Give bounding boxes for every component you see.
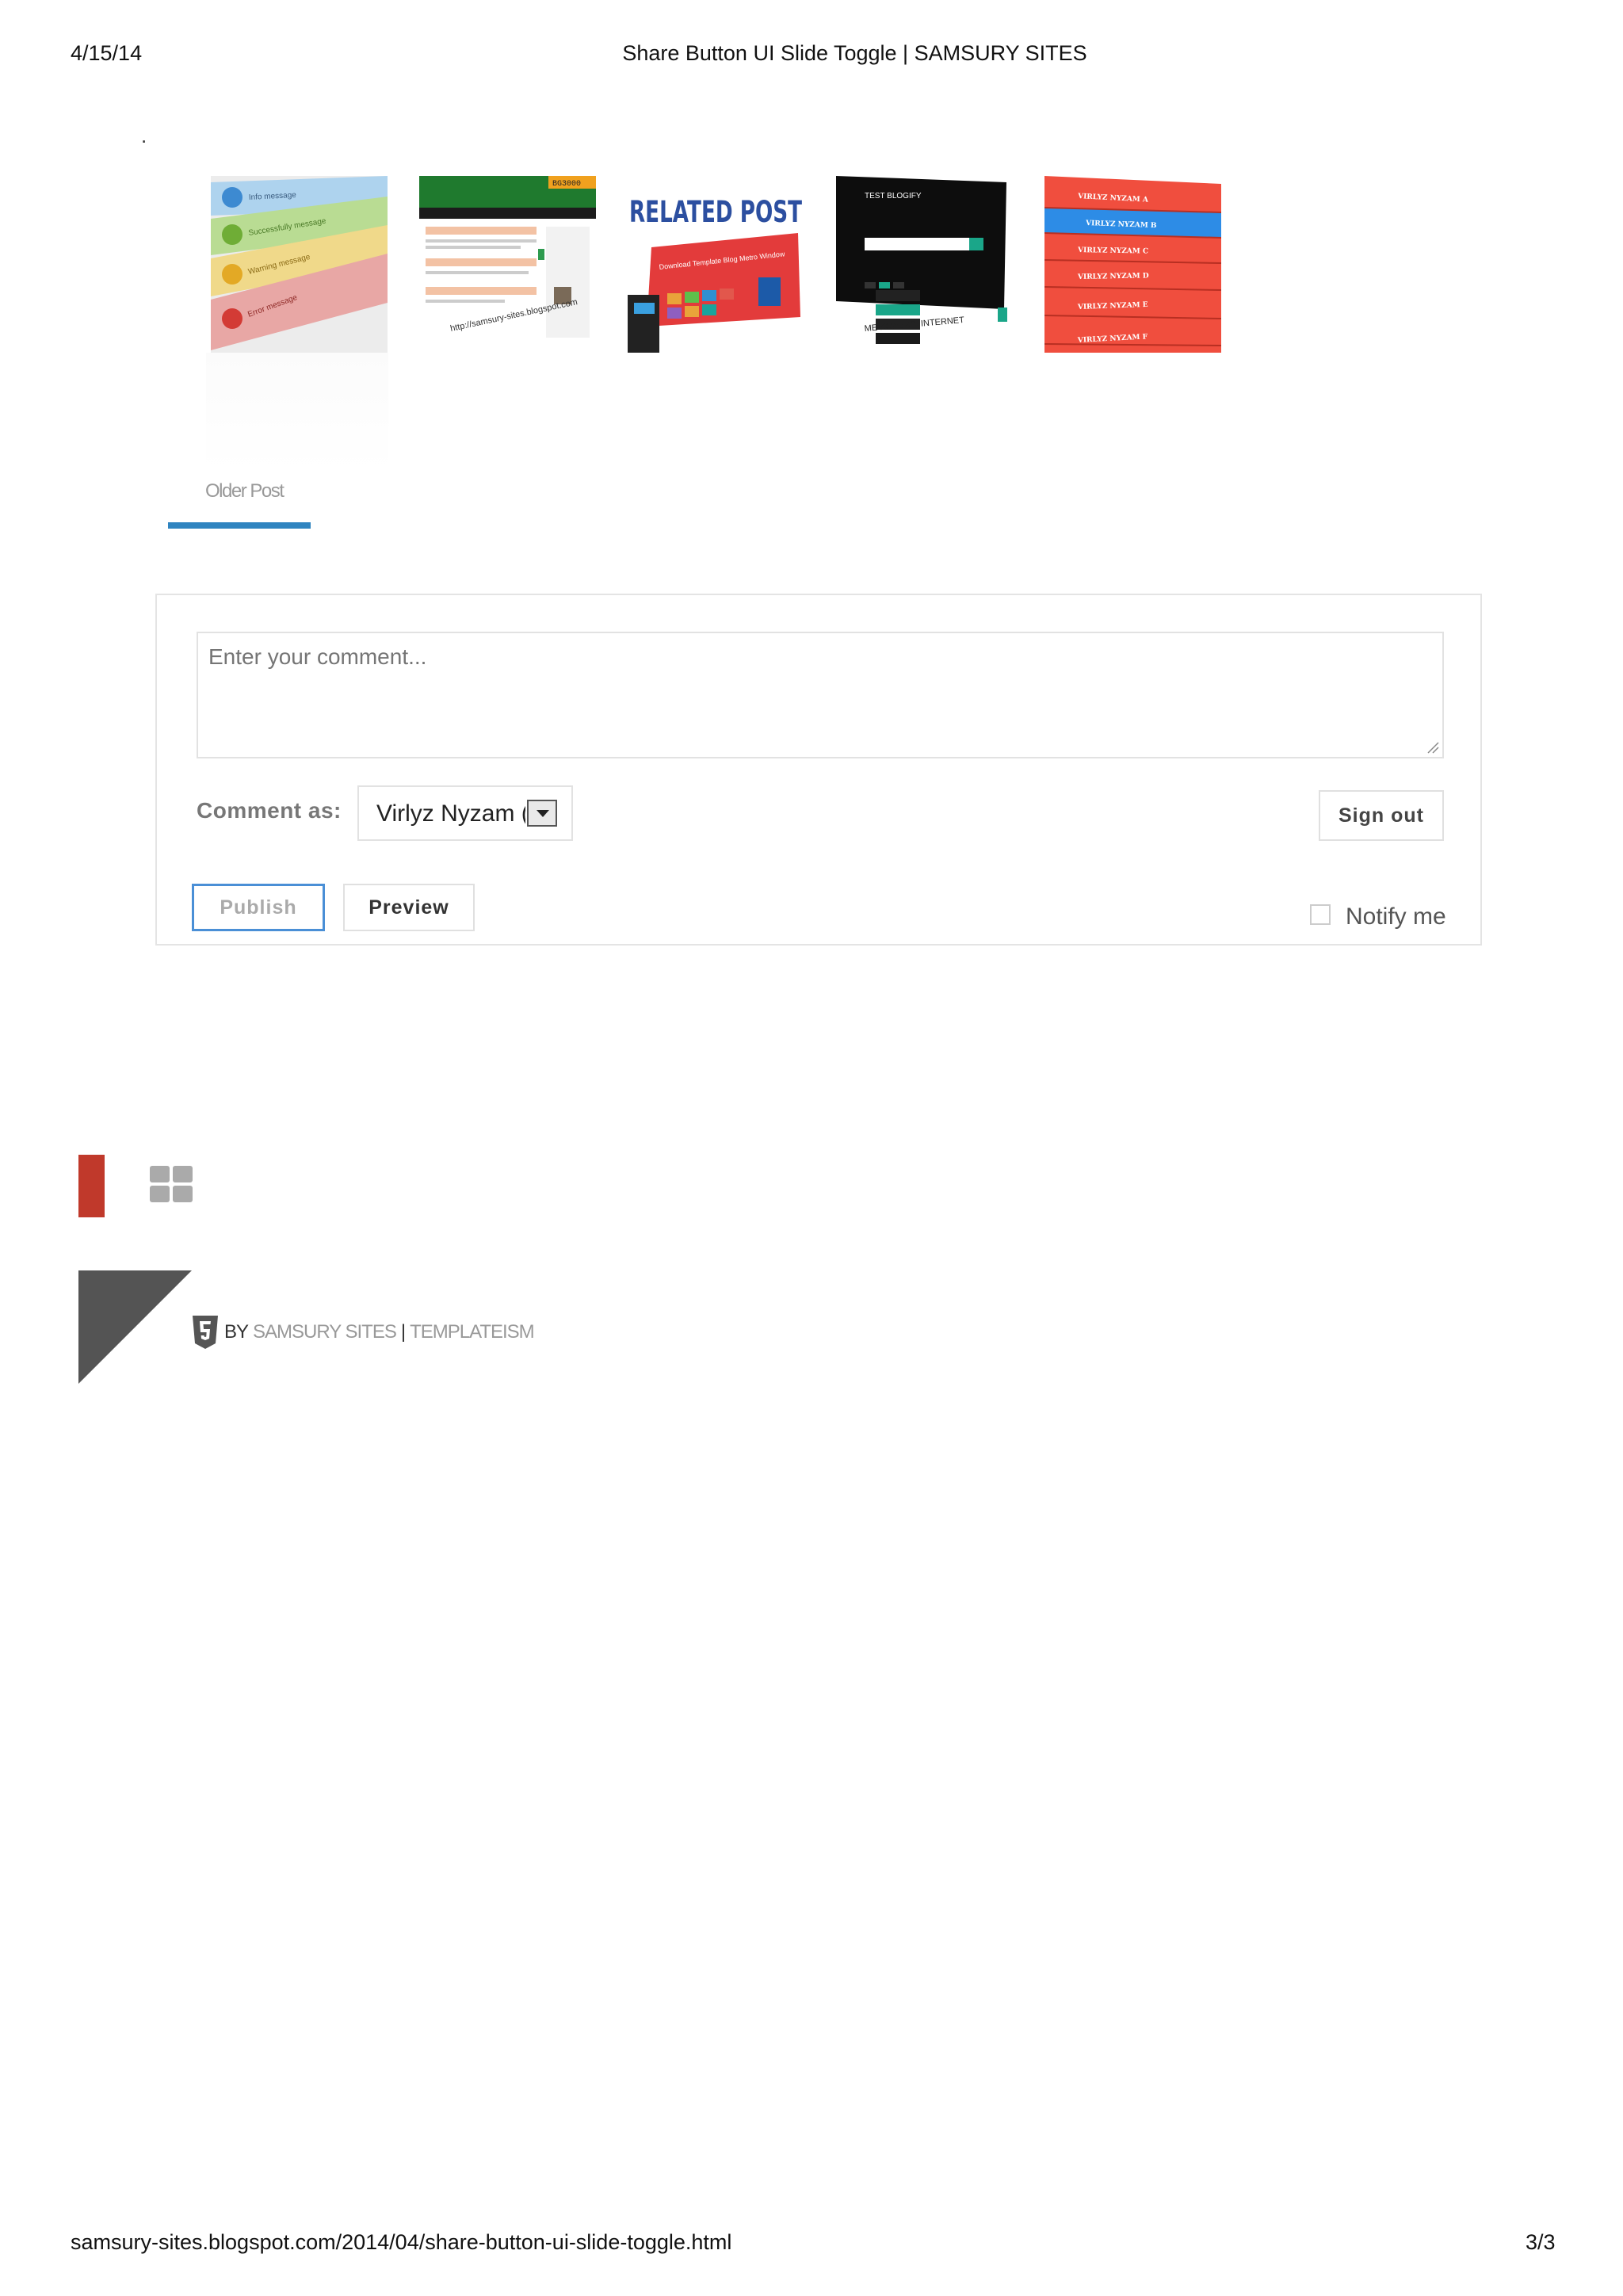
footer-credit: BY SAMSURY SITES | TEMPLATEISM (193, 1316, 535, 1349)
related-post-thumbnail: RELATED POST Download Template Blog Metr… (628, 176, 804, 353)
chevron-down-icon[interactable] (527, 800, 557, 827)
svg-text:VIRLYZ NYZAM D: VIRLYZ NYZAM D (1077, 272, 1149, 281)
svg-text:TEST BLOGIFY: TEST BLOGIFY (865, 192, 922, 201)
print-page-url: samsury-sites.blogspot.com/2014/04/share… (71, 2230, 732, 2254)
grid-icon[interactable] (150, 1166, 193, 1202)
svg-text:VIRLYZ NYZAM C: VIRLYZ NYZAM C (1077, 246, 1148, 256)
related-post-thumb-nyzam-list[interactable]: VIRLYZ NYZAM A VIRLYZ NYZAM B VIRLYZ NYZ… (1044, 176, 1221, 353)
templateism-link[interactable]: TEMPLATEISM (410, 1321, 535, 1343)
nyzam-list-thumbnail: VIRLYZ NYZAM A VIRLYZ NYZAM B VIRLYZ NYZ… (1044, 176, 1221, 353)
publish-button[interactable]: Publish (192, 884, 325, 931)
credit-by: BY (224, 1321, 249, 1343)
identity-select[interactable]: Virlyz Nyzam ( (357, 785, 573, 841)
print-page-number: 3/3 (1526, 2230, 1556, 2254)
comment-as-label: Comment as: (197, 798, 342, 823)
identity-selected-value: Virlyz Nyzam ( (376, 800, 525, 827)
thumbnail-reflection (206, 353, 388, 472)
related-post-thumb-related-post[interactable]: RELATED POST Download Template Blog Metr… (628, 176, 804, 353)
stray-dot: . (141, 124, 147, 147)
red-accent-bar (78, 1155, 105, 1217)
footer-corner-triangle (78, 1270, 192, 1384)
preview-button[interactable]: Preview (343, 884, 475, 931)
svg-text:BG3000: BG3000 (552, 180, 581, 189)
older-post-link[interactable]: Older Post (205, 480, 285, 502)
comment-textarea[interactable] (197, 632, 1444, 758)
notify-me-checkbox[interactable] (1310, 904, 1331, 925)
sign-out-button[interactable]: Sign out (1319, 790, 1444, 841)
related-post-thumb-messages[interactable]: Info message Successfully message Warnin… (211, 176, 388, 353)
comment-form: Comment as: Virlyz Nyzam ( Sign out Publ… (155, 594, 1482, 946)
older-post-underline (168, 522, 311, 529)
message-boxes-thumbnail: Info message Successfully message Warnin… (211, 176, 388, 353)
related-post-thumb-blogify[interactable]: TEST BLOGIFY ME KONEKSI INTERNET (836, 176, 1013, 353)
resize-grip-icon[interactable] (1426, 741, 1439, 754)
svg-text:RELATED POST: RELATED POST (629, 195, 803, 229)
notify-me-label: Notify me (1346, 904, 1446, 930)
print-page-title: Share Button UI Slide Toggle | SAMSURY S… (622, 41, 1087, 65)
template-thumbnail: BG3000 http://samsury-sites.blogspot.com (419, 176, 596, 353)
html5-shield-icon (193, 1316, 218, 1349)
related-post-thumb-template[interactable]: BG3000 http://samsury-sites.blogspot.com (419, 176, 596, 353)
samsury-sites-link[interactable]: SAMSURY SITES (253, 1321, 397, 1343)
blogify-thumbnail: TEST BLOGIFY ME KONEKSI INTERNET (836, 176, 1013, 353)
credit-separator: | (400, 1321, 406, 1343)
